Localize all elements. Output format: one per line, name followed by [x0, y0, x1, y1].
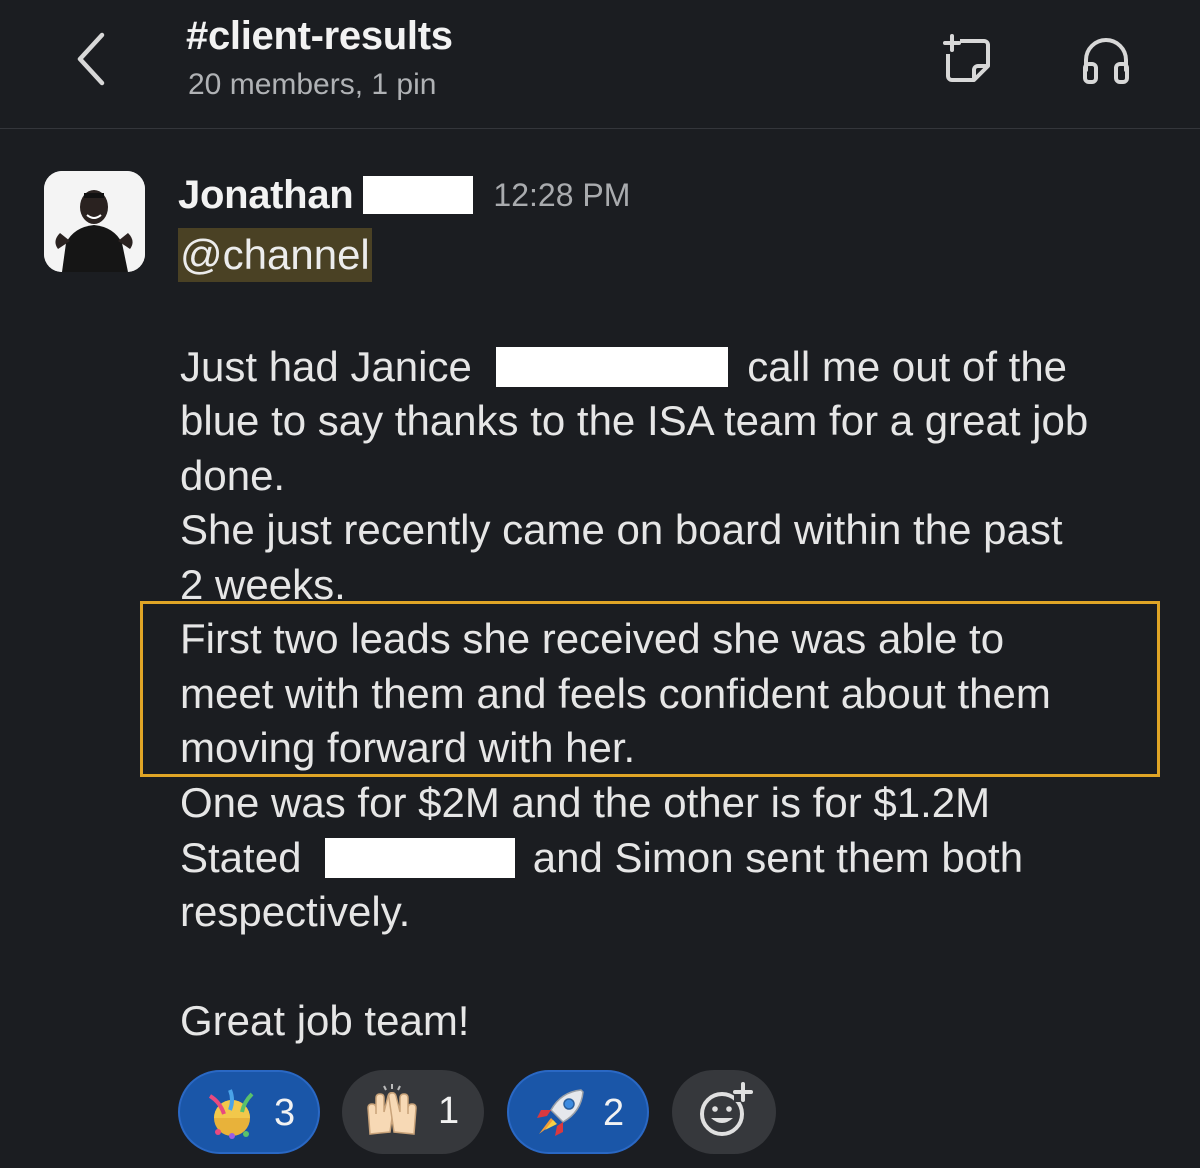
reaction-count: 2 — [603, 1092, 625, 1134]
redacted-block — [363, 176, 474, 214]
message-line: One was for $2M and the other is for $1.… — [180, 779, 991, 826]
avatar[interactable] — [44, 171, 145, 272]
message-header: Jonathan 12:28 PM — [178, 170, 630, 220]
message-text: call me out of the — [747, 343, 1068, 390]
message-text: and Simon sent them both — [532, 834, 1024, 881]
reaction-raising-hands[interactable]: 1 — [342, 1070, 484, 1154]
channel-mention[interactable]: @channel — [178, 228, 372, 282]
canvas-button[interactable] — [938, 30, 998, 90]
channel-header: #client-results 20 members, 1 pin — [0, 0, 1200, 129]
message-line: Just had Janice call me out of the — [180, 340, 1067, 394]
user-photo-icon — [44, 171, 145, 272]
channel-title[interactable]: #client-results — [186, 14, 453, 59]
channel-members-pins[interactable]: 20 members, 1 pin — [188, 68, 436, 102]
message-line: respectively. — [180, 888, 411, 935]
huddle-button[interactable] — [1076, 30, 1136, 90]
reaction-count: 1 — [438, 1090, 460, 1132]
message-line: Stated and Simon sent them both — [180, 831, 1023, 885]
reaction-count: 3 — [274, 1092, 296, 1134]
raising-hands-icon — [367, 1084, 417, 1135]
message-text: Just had Janice — [180, 343, 472, 390]
rocket-icon — [537, 1089, 584, 1136]
back-button[interactable] — [66, 30, 116, 88]
message-timestamp[interactable]: 12:28 PM — [493, 177, 630, 214]
message-line: She just recently came on board within t… — [180, 506, 1063, 553]
message-line: Great job team! — [180, 997, 470, 1044]
highlight-annotation-box — [140, 601, 1160, 777]
confetti-ball-icon — [208, 1089, 254, 1139]
new-canvas-icon — [943, 34, 990, 82]
message-text: Stated — [180, 834, 302, 881]
headphones-icon — [1083, 38, 1129, 84]
message-line: blue to say thanks to the ISA team for a… — [180, 397, 1089, 444]
add-reaction-icon — [700, 1082, 753, 1136]
reaction-rocket[interactable]: 2 — [507, 1070, 649, 1154]
redacted-block — [495, 347, 728, 387]
reaction-confetti[interactable]: 3 — [178, 1070, 320, 1154]
chevron-left-icon — [77, 32, 105, 86]
message-line: done. — [180, 452, 286, 499]
redacted-block — [325, 838, 516, 878]
add-reaction-button[interactable] — [672, 1070, 776, 1154]
author-name[interactable]: Jonathan — [178, 173, 354, 218]
